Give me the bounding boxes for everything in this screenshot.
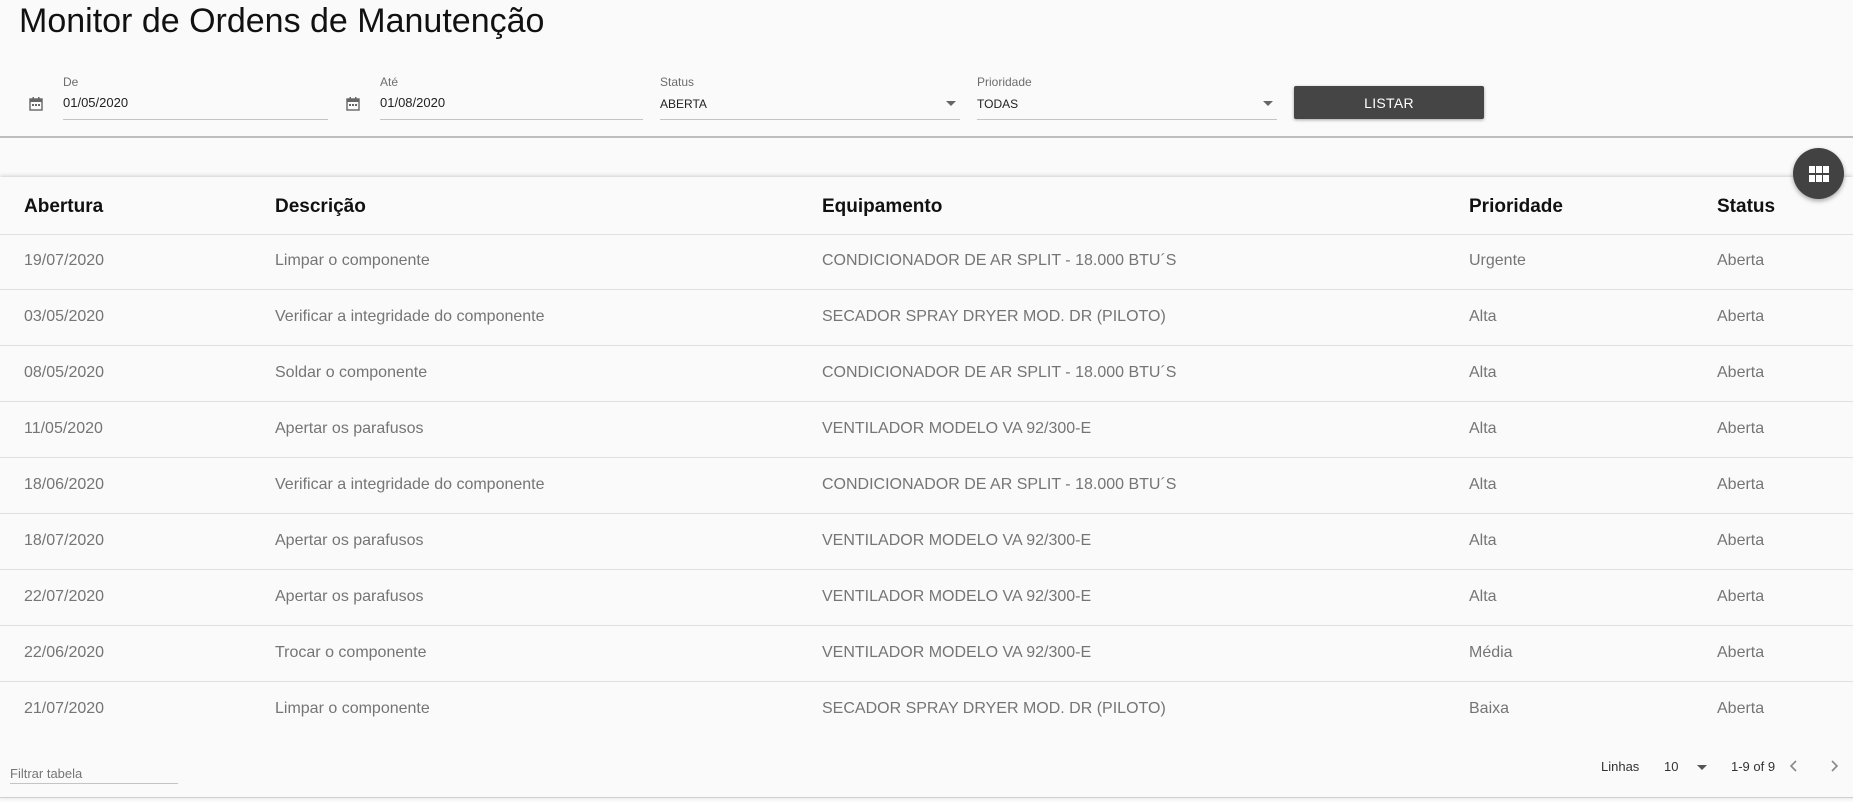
cell-abertura: 11/05/2020 xyxy=(24,420,103,437)
field-underline xyxy=(380,119,643,120)
cell-status: Aberta xyxy=(1717,588,1765,605)
cell-status: Aberta xyxy=(1717,532,1765,549)
status-label: Status xyxy=(660,75,695,89)
table-row[interactable]: 22/06/2020 Trocar o componente VENTILADO… xyxy=(0,626,1853,682)
table-header: Abertura Descrição Equipamento Prioridad… xyxy=(0,177,1853,235)
date-to-value[interactable]: 01/08/2020 xyxy=(380,95,445,110)
cell-abertura: 08/05/2020 xyxy=(24,364,105,381)
cell-prioridade: Urgente xyxy=(1469,252,1526,269)
table-row[interactable]: 08/05/2020 Soldar o componente CONDICION… xyxy=(0,346,1853,402)
field-underline xyxy=(63,119,328,120)
cell-status: Aberta xyxy=(1717,420,1765,437)
cell-descricao: Apertar os parafusos xyxy=(275,532,424,549)
rows-per-page-select[interactable]: 10 xyxy=(1664,759,1678,774)
grid-view-icon xyxy=(1808,165,1829,182)
status-value[interactable]: ABERTA xyxy=(660,97,707,111)
priority-value[interactable]: TODAS xyxy=(977,97,1018,111)
cell-abertura: 18/07/2020 xyxy=(24,532,105,549)
calendar-icon[interactable] xyxy=(28,96,44,112)
cell-abertura: 18/06/2020 xyxy=(24,476,105,493)
cell-prioridade: Alta xyxy=(1469,308,1497,325)
cell-prioridade: Alta xyxy=(1469,588,1497,605)
orders-table: Abertura Descrição Equipamento Prioridad… xyxy=(0,177,1853,798)
cell-equipamento: CONDICIONADOR DE AR SPLIT - 18.000 BTU´S xyxy=(822,364,1177,381)
date-to-field[interactable]: Até 01/08/2020 xyxy=(380,70,643,120)
cell-status: Aberta xyxy=(1717,700,1765,717)
field-underline xyxy=(660,119,960,120)
cell-equipamento: VENTILADOR MODELO VA 92/300-E xyxy=(822,420,1092,437)
cell-descricao: Limpar o componente xyxy=(275,700,430,717)
table-row[interactable]: 18/07/2020 Apertar os parafusos VENTILAD… xyxy=(0,514,1853,570)
cell-equipamento: CONDICIONADOR DE AR SPLIT - 18.000 BTU´S xyxy=(822,476,1177,493)
cell-descricao: Verificar a integridade do componente xyxy=(275,308,545,325)
cell-prioridade: Alta xyxy=(1469,532,1497,549)
rows-per-page-label: Linhas xyxy=(1601,759,1640,774)
cell-prioridade: Baixa xyxy=(1469,700,1510,717)
table-row[interactable]: 21/07/2020 Limpar o componente SECADOR S… xyxy=(0,682,1853,737)
cell-prioridade: Alta xyxy=(1469,420,1497,437)
column-header-descricao[interactable]: Descrição xyxy=(275,196,366,218)
cell-descricao: Limpar o componente xyxy=(275,252,430,269)
column-header-status[interactable]: Status xyxy=(1717,196,1775,218)
column-header-abertura[interactable]: Abertura xyxy=(24,196,103,218)
cell-equipamento: SECADOR SPRAY DRYER MOD. DR (PILOTO) xyxy=(822,700,1166,717)
cell-equipamento: CONDICIONADOR DE AR SPLIT - 18.000 BTU´S xyxy=(822,252,1177,269)
list-button[interactable]: LISTAR xyxy=(1294,86,1484,119)
cell-abertura: 22/07/2020 xyxy=(24,588,105,605)
priority-label: Prioridade xyxy=(977,75,1032,89)
date-from-field[interactable]: De 01/05/2020 xyxy=(63,70,328,120)
cell-abertura: 03/05/2020 xyxy=(24,308,105,325)
cell-descricao: Apertar os parafusos xyxy=(275,420,424,437)
chevron-down-icon[interactable] xyxy=(1697,765,1707,770)
cell-descricao: Soldar o componente xyxy=(275,364,428,381)
cell-equipamento: VENTILADOR MODELO VA 92/300-E xyxy=(822,588,1092,605)
chevron-down-icon[interactable] xyxy=(1263,101,1273,106)
column-header-prioridade[interactable]: Prioridade xyxy=(1469,196,1563,218)
chevron-down-icon[interactable] xyxy=(946,101,956,106)
table-row[interactable]: 19/07/2020 Limpar o componente CONDICION… xyxy=(0,234,1853,290)
date-from-value[interactable]: 01/05/2020 xyxy=(63,95,128,110)
cell-prioridade: Média xyxy=(1469,644,1513,661)
table-filter-input[interactable] xyxy=(10,763,178,784)
chevron-right-icon[interactable] xyxy=(1826,758,1842,774)
cell-descricao: Verificar a integridade do componente xyxy=(275,476,545,493)
chevron-left-icon[interactable] xyxy=(1786,758,1802,774)
status-select[interactable]: Status ABERTA xyxy=(660,70,960,120)
cell-equipamento: SECADOR SPRAY DRYER MOD. DR (PILOTO) xyxy=(822,308,1166,325)
cell-status: Aberta xyxy=(1717,364,1765,381)
column-header-equipamento[interactable]: Equipamento xyxy=(822,196,942,218)
date-from-label: De xyxy=(63,75,79,89)
cell-abertura: 21/07/2020 xyxy=(24,700,105,717)
date-to-label: Até xyxy=(380,75,399,89)
cell-status: Aberta xyxy=(1717,476,1765,493)
grid-view-button[interactable] xyxy=(1793,148,1844,199)
cell-status: Aberta xyxy=(1717,644,1765,661)
cell-abertura: 19/07/2020 xyxy=(24,252,105,269)
field-underline xyxy=(977,119,1277,120)
calendar-icon[interactable] xyxy=(345,96,361,112)
table-row[interactable]: 22/07/2020 Apertar os parafusos VENTILAD… xyxy=(0,570,1853,626)
cell-descricao: Apertar os parafusos xyxy=(275,588,424,605)
filter-bar: De 01/05/2020 Até 01/08/2020 Status ABER… xyxy=(0,70,1853,138)
cell-equipamento: VENTILADOR MODELO VA 92/300-E xyxy=(822,644,1092,661)
cell-descricao: Trocar o componente xyxy=(275,644,427,661)
table-row[interactable]: 18/06/2020 Verificar a integridade do co… xyxy=(0,458,1853,514)
page-title: Monitor de Ordens de Manutenção xyxy=(19,2,545,40)
cell-abertura: 22/06/2020 xyxy=(24,644,105,661)
pagination-range: 1-9 of 9 xyxy=(1731,759,1776,774)
table-row[interactable]: 03/05/2020 Verificar a integridade do co… xyxy=(0,290,1853,346)
cell-status: Aberta xyxy=(1717,252,1765,269)
cell-status: Aberta xyxy=(1717,308,1765,325)
cell-prioridade: Alta xyxy=(1469,476,1497,493)
cell-equipamento: VENTILADOR MODELO VA 92/300-E xyxy=(822,532,1092,549)
priority-select[interactable]: Prioridade TODAS xyxy=(977,70,1277,120)
cell-prioridade: Alta xyxy=(1469,364,1497,381)
table-row[interactable]: 11/05/2020 Apertar os parafusos VENTILAD… xyxy=(0,402,1853,458)
